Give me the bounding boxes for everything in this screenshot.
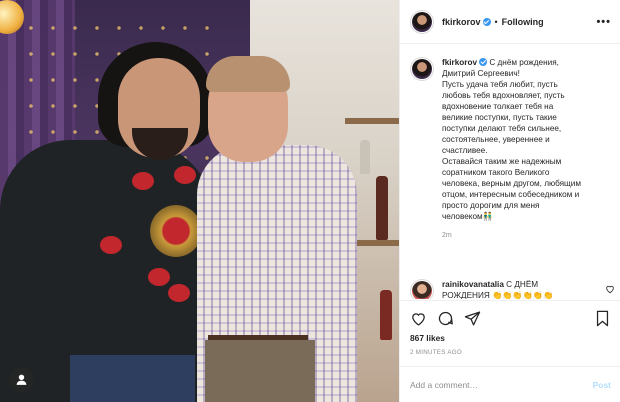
photo-sweater-emblem	[150, 205, 202, 257]
verified-badge-icon	[482, 17, 491, 26]
comment-body-line2: РОЖДЕНИЯ 👏👏👏👏👏👏	[442, 291, 554, 299]
caption-time[interactable]: 2m	[442, 230, 612, 241]
header-separator: •	[494, 16, 498, 27]
bookmark-icon[interactable]	[594, 310, 611, 327]
caption-line: Пусть удача тебя любит, пусть	[442, 80, 558, 89]
photo-rose	[148, 268, 170, 286]
caption-line: просто дорогим для меня	[442, 201, 540, 210]
post-comment-button[interactable]: Post	[593, 380, 611, 390]
comment-row: rainikovanatalia С ДНЁМ РОЖДЕНИЯ 👏👏👏👏👏👏	[410, 279, 615, 299]
caption-line: С днём рождения,	[489, 58, 559, 67]
photo-bottle	[380, 290, 392, 340]
more-options-button[interactable]: •••	[596, 16, 611, 28]
comment-text: rainikovanatalia С ДНЁМ РОЖДЕНИЯ 👏👏👏👏👏👏	[442, 279, 592, 299]
user-icon	[16, 374, 27, 385]
header-username[interactable]: fkirkorov	[442, 17, 481, 27]
avatar[interactable]	[410, 57, 434, 81]
following-button[interactable]: Following	[502, 17, 544, 27]
photo-shelf	[345, 118, 399, 124]
post-caption: fkirkorov С днём рождения, Дмитрий Серге…	[410, 57, 615, 241]
post-timestamp[interactable]: 2 MINUTES AGO	[410, 349, 462, 356]
heart-icon[interactable]	[410, 310, 427, 327]
post-photo[interactable]	[0, 0, 399, 402]
avatar[interactable]	[410, 9, 434, 34]
caption-line: состоятельнее, увереннее и	[442, 135, 550, 144]
caption-line: человеком👬	[442, 212, 493, 221]
avatar[interactable]	[410, 279, 434, 299]
share-icon[interactable]	[464, 310, 481, 327]
photo-bottle	[376, 176, 388, 240]
comment-username[interactable]: rainikovanatalia	[442, 280, 504, 289]
verified-badge-icon	[479, 58, 488, 66]
caption-line: поступки делают тебя сильнее,	[442, 124, 562, 133]
caption-line: Дмитрий Сергеевич!	[442, 69, 520, 78]
caption-text: fkirkorov С днём рождения, Дмитрий Серге…	[442, 57, 612, 241]
photo-rose	[174, 166, 196, 184]
caption-line: человека, верным другом, любящим	[442, 179, 581, 188]
post-actions	[400, 300, 620, 336]
photo-rose	[168, 284, 190, 302]
photo-rose	[100, 236, 122, 254]
caption-line: любовь тебя вдохновляет, пусть	[442, 91, 565, 100]
likes-count[interactable]: 867 likes	[410, 333, 445, 343]
caption-line: великие поступки, пусть такие	[442, 113, 557, 122]
caption-line: вдохновение толкает тебя на	[442, 102, 554, 111]
photo-rose	[132, 172, 154, 190]
caption-line: счастливее.	[442, 146, 488, 155]
comment-input[interactable]	[410, 379, 593, 390]
post-side-panel: fkirkorov • Following ••• fkirkorov С дн…	[399, 0, 620, 402]
comment-icon[interactable]	[437, 310, 454, 327]
photo-jeans	[70, 355, 195, 402]
caption-line: соратником такого Великого	[442, 168, 550, 177]
caption-username[interactable]: fkirkorov	[442, 58, 477, 67]
photo-person-right-hair	[206, 56, 290, 92]
tagged-users-button[interactable]	[9, 367, 34, 392]
post-header: fkirkorov • Following •••	[400, 0, 620, 44]
caption-line: отцом, интересным собеседником и	[442, 190, 580, 199]
comment-like-heart-icon[interactable]	[605, 284, 615, 294]
photo-bottle	[360, 140, 370, 174]
comment-body: С ДНЁМ	[506, 280, 539, 289]
caption-line: Оставайся таким же надежным	[442, 157, 562, 166]
add-comment-bar: Post	[400, 366, 620, 402]
photo-trousers	[205, 340, 315, 402]
